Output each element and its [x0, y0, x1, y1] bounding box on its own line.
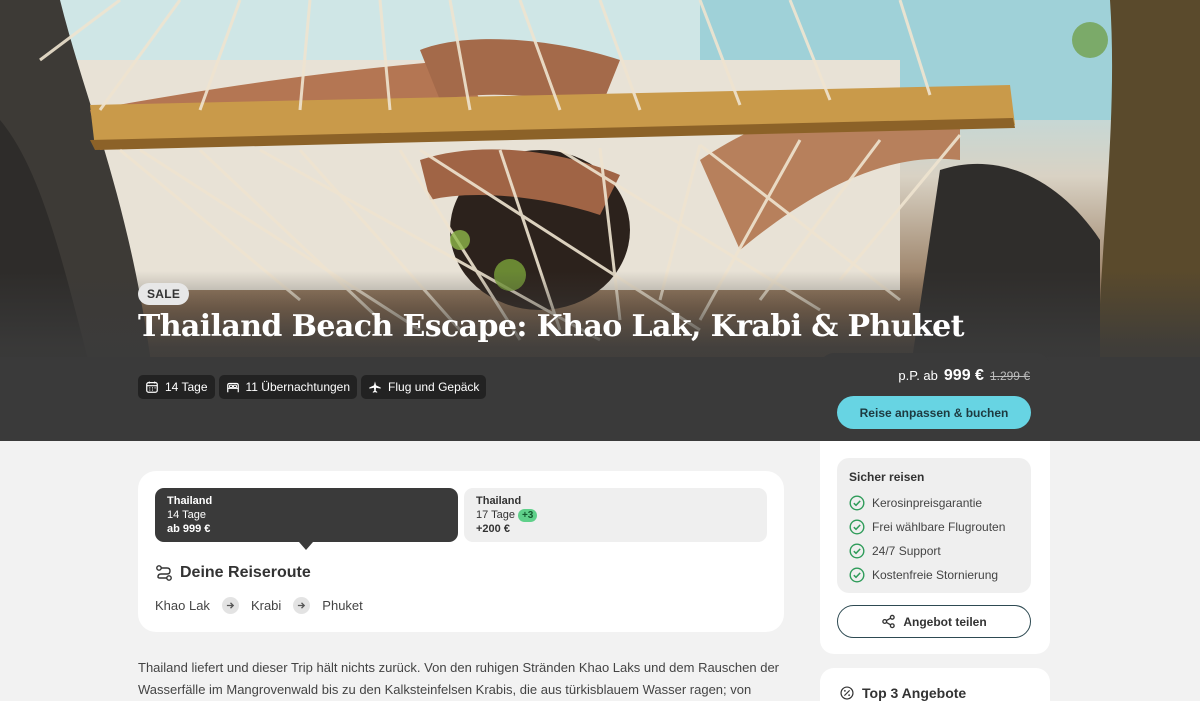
share-icon [882, 614, 896, 629]
price-panel: p.P. ab 999 € 1.299 € Reise anpassen & b… [820, 353, 1050, 441]
arrow-right-icon [293, 597, 311, 614]
trip-facts: 14 Tage 11 Übernachtungen Flug und Gepäc… [138, 375, 487, 399]
sale-badge: SALE [138, 283, 190, 305]
trip-option-14-days[interactable]: Thailand 14 Tage ab 999 € [155, 488, 458, 550]
route-stop: Khao Lak [155, 598, 210, 613]
chip-duration: 14 Tage [138, 375, 215, 399]
trip-description: Thailand liefert und dieser Trip hält ni… [138, 660, 780, 697]
safe-item-label: Kostenfreie Stornierung [872, 568, 999, 582]
booking-panel: Sicher reisen Kerosinpreisgarantie Frei … [820, 441, 1050, 654]
chip-flight: Flug und Gepäck [361, 375, 487, 399]
route-stops: Khao Lak Krabi Phuket [155, 597, 363, 614]
chip-label: Flug und Gepäck [388, 380, 480, 394]
safe-item: Kerosinpreisgarantie [849, 491, 1019, 515]
trip-option-17-days[interactable]: Thailand 17 Tage +3 +200 € [464, 488, 767, 542]
safe-item: 24/7 Support [849, 539, 1019, 563]
option-price: ab 999 € [167, 523, 211, 535]
check-circle-icon [849, 543, 865, 559]
safe-item-label: Frei wählbare Flugrouten [872, 520, 1006, 534]
customize-book-button[interactable]: Reise anpassen & buchen [837, 396, 1031, 429]
check-circle-icon [849, 519, 865, 535]
chip-label: 14 Tage [165, 380, 208, 394]
route-stop: Krabi [250, 598, 282, 613]
option-price: +200 € [476, 523, 510, 535]
top-offers-title: Top 3 Angebote [862, 685, 967, 701]
extra-days-badge: +3 [517, 509, 538, 522]
share-offer-button[interactable]: Angebot teilen [837, 605, 1031, 638]
check-circle-icon [849, 495, 865, 511]
route-heading-label: Deine Reiseroute [180, 564, 311, 581]
safe-item-label: 24/7 Support [872, 544, 941, 558]
option-days: 14 Tage [167, 509, 206, 521]
option-days-row: 17 Tage +3 [476, 508, 755, 522]
arrow-right-icon [221, 597, 239, 614]
safe-travel-title: Sicher reisen [849, 470, 925, 484]
top-offers-panel: Top 3 Angebote [820, 668, 1050, 701]
route-icon [156, 565, 172, 581]
bed-icon [226, 382, 239, 393]
price-prefix: p.P. ab [898, 368, 938, 383]
route-heading: Deine Reiseroute [155, 564, 311, 582]
safe-item: Frei wählbare Flugrouten [849, 515, 1019, 539]
chip-label: 11 Übernachtungen [245, 380, 351, 394]
price-line: p.P. ab 999 € 1.299 € [898, 367, 1030, 385]
option-title: Thailand [167, 495, 213, 507]
route-stop: Phuket [322, 598, 363, 613]
calendar-icon [146, 381, 158, 393]
page-title: Thailand Beach Escape: Khao Lak, Krabi &… [138, 309, 964, 344]
chip-nights: 11 Übernachtungen [218, 375, 358, 399]
plane-icon [369, 381, 381, 393]
top-offers-heading: Top 3 Angebote [840, 685, 966, 701]
option-title: Thailand [476, 495, 522, 507]
option-days: 17 Tage [476, 509, 515, 521]
check-circle-icon [849, 567, 865, 583]
share-button-label: Angebot teilen [903, 614, 987, 629]
percent-badge-icon [840, 686, 854, 700]
safe-item-label: Kerosinpreisgarantie [872, 496, 983, 510]
safe-travel-box: Sicher reisen Kerosinpreisgarantie Frei … [837, 458, 1031, 593]
price-original: 1.299 € [989, 369, 1030, 383]
price-current: 999 € [943, 367, 984, 384]
safe-item: Kostenfreie Stornierung [849, 563, 1019, 587]
route-card: Thailand 14 Tage ab 999 € Thailand 17 Ta… [138, 471, 784, 632]
